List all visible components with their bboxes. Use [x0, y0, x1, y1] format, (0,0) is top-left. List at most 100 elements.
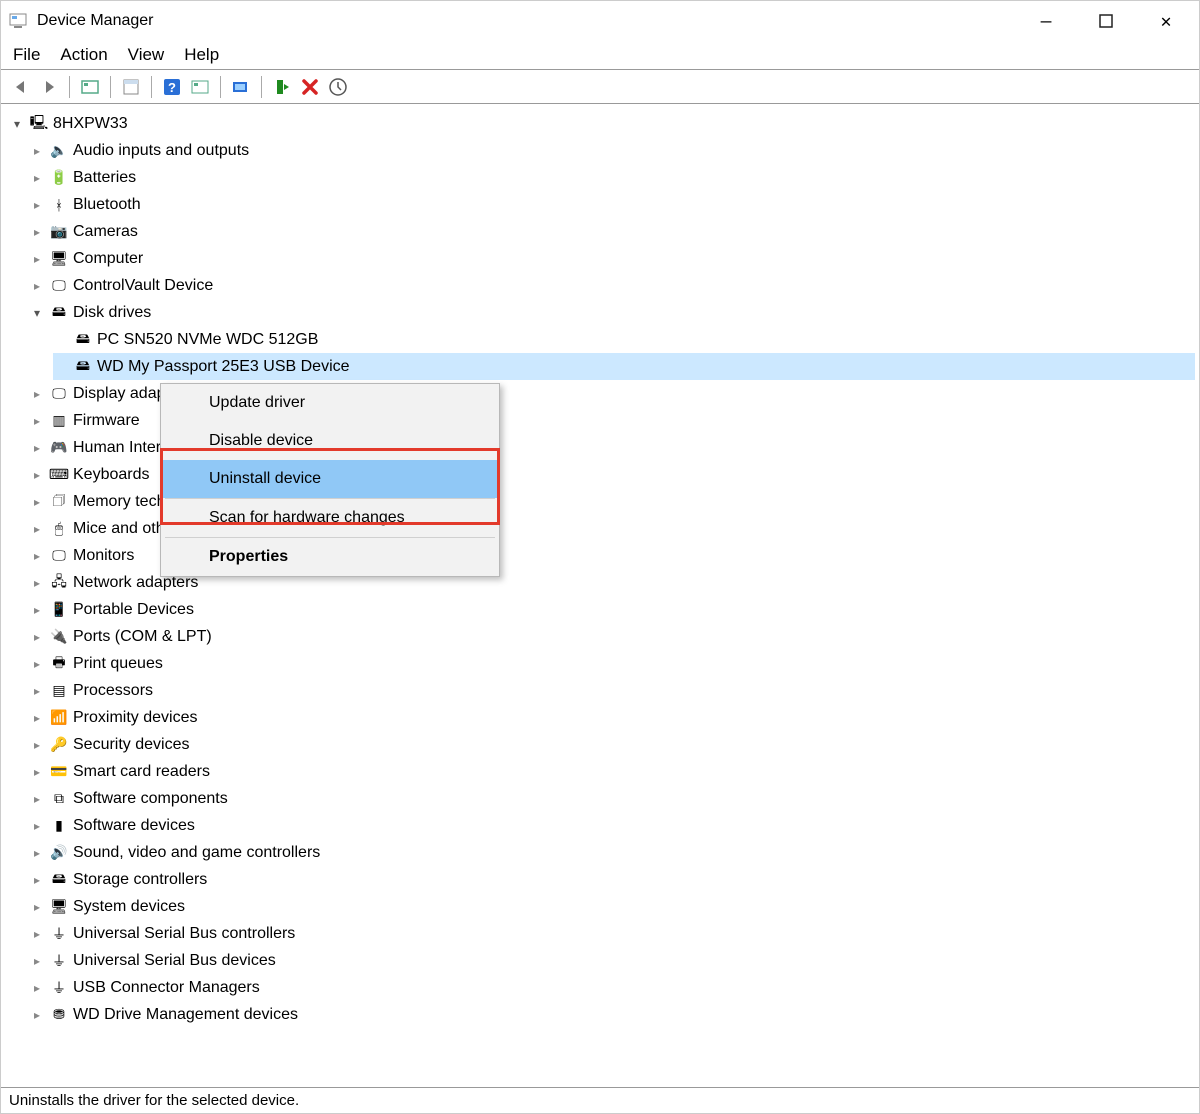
tree-node[interactable]: 🔈Audio inputs and outputs: [29, 137, 1195, 164]
tree-node[interactable]: 🖥System devices: [29, 893, 1195, 920]
tree-item-label: Batteries: [73, 169, 136, 187]
context-menu-item[interactable]: Uninstall device: [161, 460, 499, 498]
tree-node[interactable]: 🔋Batteries: [29, 164, 1195, 191]
tree-node[interactable]: ⏚USB Connector Managers: [29, 974, 1195, 1001]
properties-button[interactable]: [119, 75, 143, 99]
menubar: File Action View Help: [1, 41, 1199, 70]
expand-chevron-icon[interactable]: [29, 845, 45, 861]
tree-item-label: Audio inputs and outputs: [73, 142, 249, 160]
tree-item-label: Computer: [73, 250, 143, 268]
context-menu-item[interactable]: Scan for hardware changes: [161, 499, 499, 537]
expand-chevron-icon[interactable]: [29, 386, 45, 402]
tree-node[interactable]: 📱Portable Devices: [29, 596, 1195, 623]
menu-action[interactable]: Action: [60, 45, 107, 65]
tree-node[interactable]: 💳Smart card readers: [29, 758, 1195, 785]
expand-chevron-icon[interactable]: [29, 872, 45, 888]
expand-chevron-icon[interactable]: [29, 683, 45, 699]
expand-chevron-icon[interactable]: [29, 710, 45, 726]
expand-chevron-icon[interactable]: [29, 953, 45, 969]
keyboard-icon: ⌨: [49, 465, 69, 485]
display-icon: 🖵: [49, 384, 69, 404]
expand-chevron-icon[interactable]: [29, 575, 45, 591]
help-button[interactable]: ?: [160, 75, 184, 99]
tree-node[interactable]: 🔌Ports (COM & LPT): [29, 623, 1195, 650]
expand-chevron-icon[interactable]: [29, 251, 45, 267]
tree-node[interactable]: 🖵ControlVault Device: [29, 272, 1195, 299]
expand-chevron-icon[interactable]: [9, 116, 25, 132]
software-component-icon: ⧉: [49, 789, 69, 809]
expand-chevron-icon[interactable]: [29, 629, 45, 645]
tree-node[interactable]: ▮Software devices: [29, 812, 1195, 839]
tree-item-label: WD My Passport 25E3 USB Device: [97, 358, 350, 376]
expand-chevron-icon[interactable]: [29, 413, 45, 429]
tree-item-label: Keyboards: [73, 466, 150, 484]
tree-node[interactable]: ⧉Software components: [29, 785, 1195, 812]
expand-chevron-icon[interactable]: [29, 764, 45, 780]
update-driver-button[interactable]: [229, 75, 253, 99]
tree-node[interactable]: 🖥Computer: [29, 245, 1195, 272]
tree-node[interactable]: ⛃WD Drive Management devices: [29, 1001, 1195, 1028]
context-menu-item[interactable]: Disable device: [161, 422, 499, 460]
tree-node[interactable]: ⏚Universal Serial Bus controllers: [29, 920, 1195, 947]
expand-chevron-icon[interactable]: [29, 899, 45, 915]
expand-chevron-icon[interactable]: [29, 980, 45, 996]
menu-file[interactable]: File: [13, 45, 40, 65]
expand-chevron-icon[interactable]: [29, 818, 45, 834]
forward-button[interactable]: [37, 75, 61, 99]
menu-view[interactable]: View: [128, 45, 165, 65]
tree-node[interactable]: 🔊Sound, video and game controllers: [29, 839, 1195, 866]
tree-leaf[interactable]: 🖴PC SN520 NVMe WDC 512GB: [53, 326, 1195, 353]
expand-chevron-icon[interactable]: [29, 548, 45, 564]
expand-chevron-icon[interactable]: [29, 602, 45, 618]
minimize-button[interactable]: —: [1031, 6, 1061, 36]
back-button[interactable]: [9, 75, 33, 99]
expand-chevron-icon[interactable]: [29, 521, 45, 537]
scan-hardware-button[interactable]: [326, 75, 350, 99]
menu-help[interactable]: Help: [184, 45, 219, 65]
tree-content[interactable]: 🖳8HXPW33🔈Audio inputs and outputs🔋Batter…: [1, 104, 1199, 1087]
tree-node[interactable]: ᚼBluetooth: [29, 191, 1195, 218]
expand-chevron-icon[interactable]: [29, 926, 45, 942]
tree-node[interactable]: ▤Processors: [29, 677, 1195, 704]
expand-chevron-icon[interactable]: [29, 1007, 45, 1023]
tree-item-label: System devices: [73, 898, 185, 916]
expand-chevron-icon[interactable]: [29, 224, 45, 240]
maximize-button[interactable]: [1091, 6, 1121, 36]
tree-node[interactable]: 🖴Disk drives: [29, 299, 1195, 326]
scan-button[interactable]: [188, 75, 212, 99]
tree-item-label: Processors: [73, 682, 153, 700]
expand-chevron-icon[interactable]: [29, 494, 45, 510]
usb-icon: ⏚: [49, 951, 69, 971]
tree-node[interactable]: ⏚Universal Serial Bus devices: [29, 947, 1195, 974]
tree-node[interactable]: 📷Cameras: [29, 218, 1195, 245]
titlebar: Device Manager — ✕: [1, 1, 1199, 41]
expand-chevron-icon[interactable]: [29, 656, 45, 672]
tree-node[interactable]: 🖶Print queues: [29, 650, 1195, 677]
context-menu-item[interactable]: Properties: [161, 538, 499, 576]
enable-button[interactable]: [270, 75, 294, 99]
expand-chevron-icon[interactable]: [29, 197, 45, 213]
expand-chevron-icon[interactable]: [29, 170, 45, 186]
tree-item-label: Software components: [73, 790, 228, 808]
context-menu-item[interactable]: Update driver: [161, 384, 499, 422]
show-hidden-button[interactable]: [78, 75, 102, 99]
tree-node[interactable]: 🔑Security devices: [29, 731, 1195, 758]
expand-chevron-icon[interactable]: [29, 305, 45, 321]
mouse-icon: 🖱: [49, 519, 69, 539]
tree-node[interactable]: 📶Proximity devices: [29, 704, 1195, 731]
monitor-icon: 🖵: [49, 546, 69, 566]
expand-chevron-icon[interactable]: [29, 737, 45, 753]
expand-chevron-icon[interactable]: [29, 278, 45, 294]
window-title: Device Manager: [37, 12, 154, 30]
battery-icon: 🔋: [49, 168, 69, 188]
expand-chevron-icon[interactable]: [29, 440, 45, 456]
expand-chevron-icon[interactable]: [29, 791, 45, 807]
tree-root-node[interactable]: 🖳8HXPW33: [5, 110, 1195, 137]
expand-chevron-icon[interactable]: [29, 143, 45, 159]
computer-node-icon: 🖳: [29, 114, 49, 134]
tree-leaf[interactable]: 🖴WD My Passport 25E3 USB Device: [53, 353, 1195, 380]
tree-node[interactable]: 🖴Storage controllers: [29, 866, 1195, 893]
expand-chevron-icon[interactable]: [29, 467, 45, 483]
uninstall-button[interactable]: [298, 75, 322, 99]
close-button[interactable]: ✕: [1151, 6, 1181, 36]
